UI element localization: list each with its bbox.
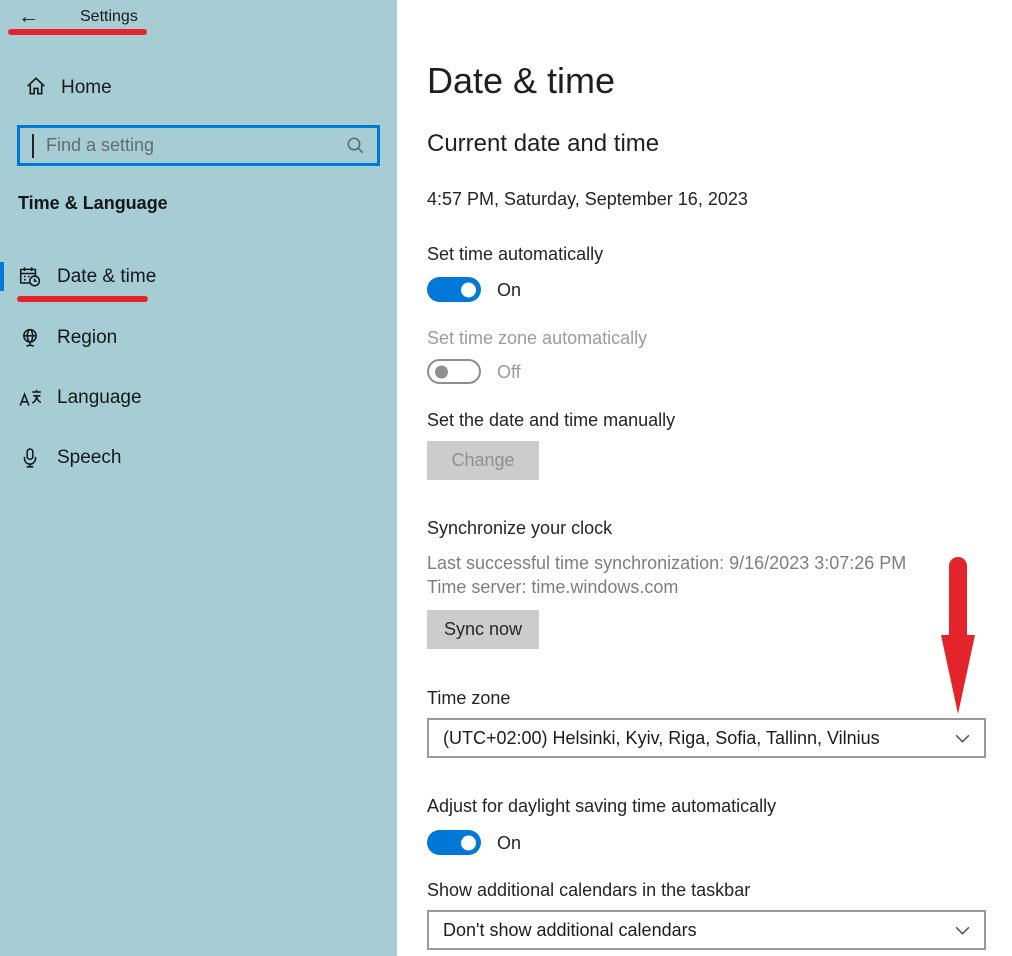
settings-header: ← Settings — [18, 5, 138, 29]
sidebar-item-home[interactable]: Home — [25, 72, 112, 104]
additional-calendars-value: Don't show additional calendars — [429, 920, 955, 941]
sidebar-item-label: Language — [57, 387, 142, 409]
additional-calendars-dropdown[interactable]: Don't show additional calendars — [427, 910, 986, 950]
last-sync-text: Last successful time synchronization: 9/… — [427, 553, 906, 574]
sidebar-section-title: Time & Language — [18, 193, 168, 214]
app-title: Settings — [80, 8, 138, 26]
sync-heading: Synchronize your clock — [427, 518, 612, 539]
toggle-knob — [461, 835, 476, 850]
home-icon — [25, 75, 47, 102]
annotation-underline-settings — [8, 29, 147, 35]
sync-now-button[interactable]: Sync now — [427, 610, 539, 649]
set-timezone-auto-label: Set time zone automatically — [427, 328, 647, 349]
sidebar-item-date-time[interactable]: Date & time — [0, 256, 397, 298]
sidebar: ← Settings Home Time & Language — [0, 0, 397, 956]
chevron-down-icon — [955, 926, 970, 935]
set-manually-label: Set the date and time manually — [427, 410, 675, 431]
change-button[interactable]: Change — [427, 441, 539, 480]
globe-icon — [17, 327, 43, 349]
sidebar-item-language[interactable]: Language — [0, 377, 397, 419]
dst-toggle[interactable] — [427, 830, 481, 855]
annotation-underline-date-time — [17, 296, 148, 302]
sidebar-item-label: Speech — [57, 447, 121, 469]
search-input[interactable] — [34, 135, 346, 156]
toggle-knob — [461, 282, 476, 297]
timezone-label: Time zone — [427, 688, 510, 709]
current-datetime-value: 4:57 PM, Saturday, September 16, 2023 — [427, 189, 748, 210]
sidebar-item-speech[interactable]: Speech — [0, 437, 397, 479]
sidebar-item-label: Date & time — [57, 266, 156, 288]
time-server-text: Time server: time.windows.com — [427, 577, 678, 598]
set-time-auto-toggle[interactable] — [427, 277, 481, 302]
search-icon — [346, 136, 365, 155]
language-icon — [17, 387, 43, 409]
set-time-auto-state: On — [497, 280, 521, 301]
dst-label: Adjust for daylight saving time automati… — [427, 796, 776, 817]
microphone-icon — [17, 447, 43, 469]
dst-state: On — [497, 833, 521, 854]
toggle-knob — [435, 365, 448, 378]
timezone-dropdown[interactable]: (UTC+02:00) Helsinki, Kyiv, Riga, Sofia,… — [427, 718, 986, 758]
calendar-clock-icon — [17, 265, 43, 289]
annotation-arrow — [939, 557, 977, 715]
set-time-auto-label: Set time automatically — [427, 244, 603, 265]
sidebar-item-region[interactable]: Region — [0, 317, 397, 359]
set-timezone-auto-state: Off — [497, 362, 521, 383]
sidebar-item-label: Region — [57, 327, 117, 349]
search-box[interactable] — [17, 125, 380, 166]
chevron-down-icon — [955, 734, 970, 743]
timezone-value: (UTC+02:00) Helsinki, Kyiv, Riga, Sofia,… — [429, 728, 955, 749]
back-icon[interactable]: ← — [18, 5, 42, 29]
page-title: Date & time — [427, 60, 615, 102]
additional-calendars-label: Show additional calendars in the taskbar — [427, 880, 750, 901]
set-timezone-auto-toggle[interactable] — [427, 359, 481, 384]
sidebar-item-label: Home — [61, 77, 112, 99]
current-datetime-heading: Current date and time — [427, 130, 659, 158]
